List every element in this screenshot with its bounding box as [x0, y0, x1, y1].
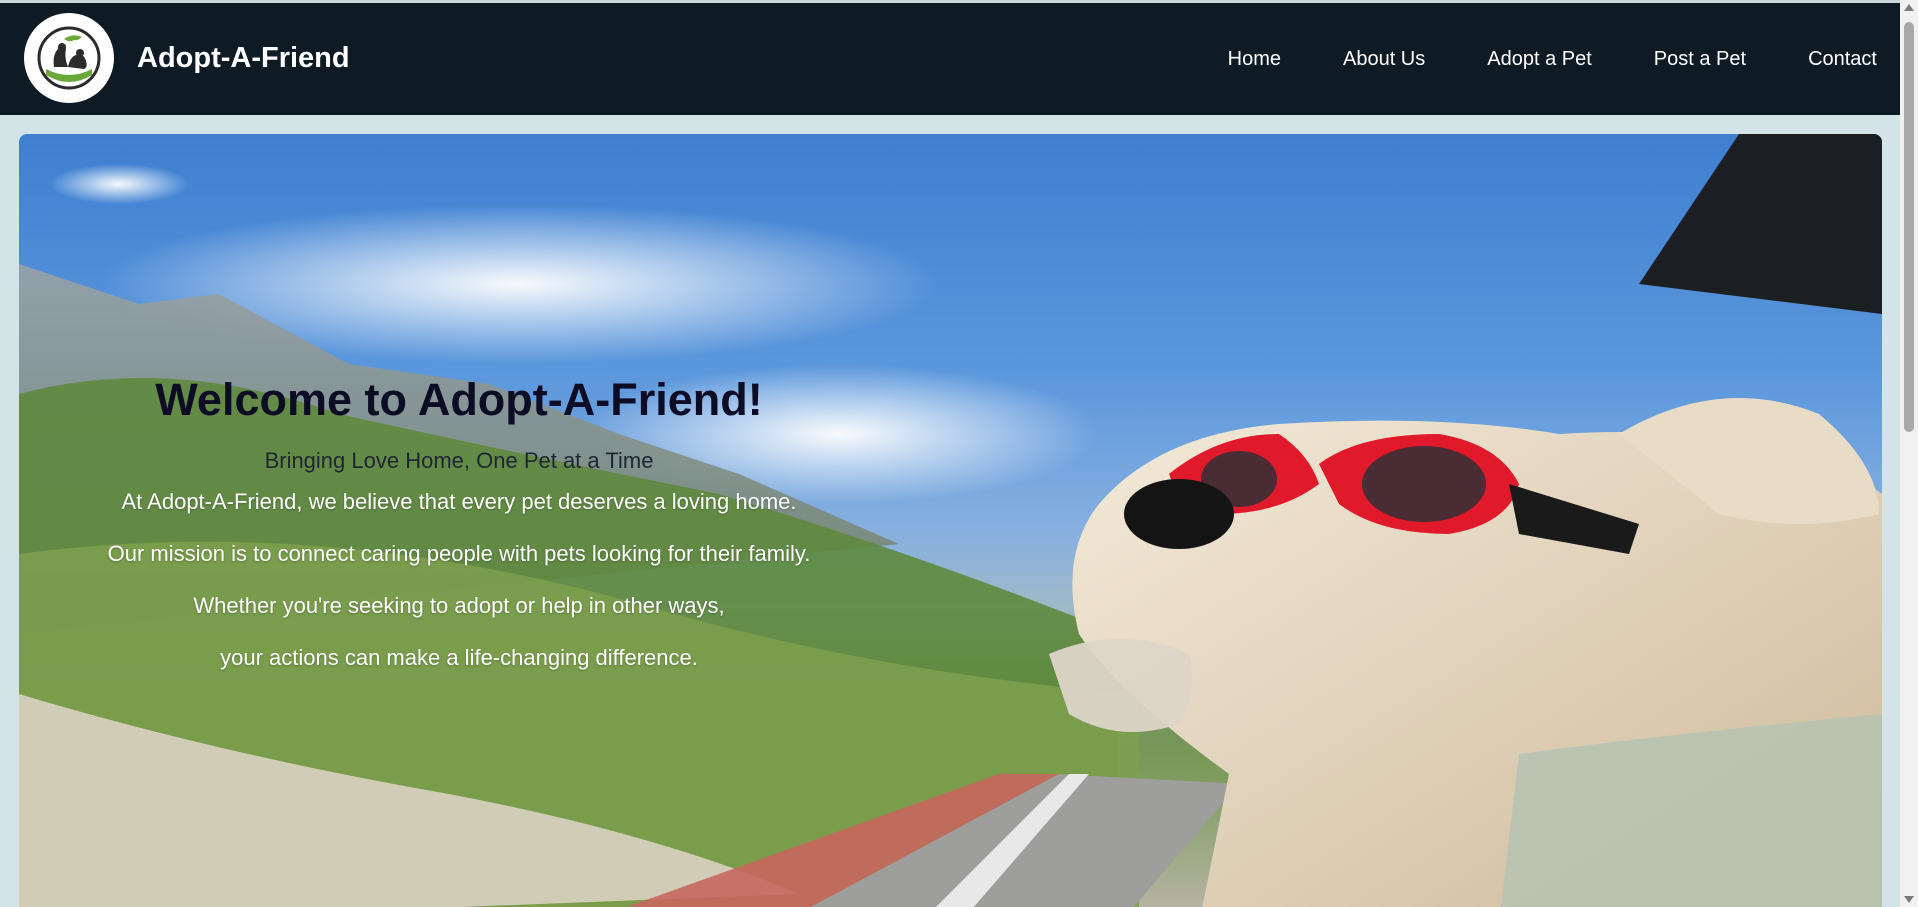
- hero-line: At Adopt-A-Friend, we believe that every…: [121, 489, 797, 514]
- hero-section: Welcome to Adopt-A-Friend! Bringing Love…: [19, 134, 1882, 907]
- hero-text: Welcome to Adopt-A-Friend! Bringing Love…: [59, 374, 859, 698]
- hero-title: Welcome to Adopt-A-Friend!: [155, 374, 763, 425]
- navbar: Adopt-A-Friend Home About Us Adopt a Pet…: [0, 3, 1900, 115]
- nav-home[interactable]: Home: [1228, 48, 1281, 71]
- hero-subtitle: Bringing Love Home, One Pet at a Time: [264, 448, 654, 473]
- scroll-up-icon[interactable]: [1904, 4, 1914, 11]
- scroll-down-icon[interactable]: [1904, 896, 1914, 903]
- hero-line: your actions can make a life-changing di…: [220, 645, 698, 670]
- page: Adopt-A-Friend Home About Us Adopt a Pet…: [0, 0, 1918, 907]
- nav-adopt-a-pet[interactable]: Adopt a Pet: [1487, 48, 1592, 71]
- nav-about-us[interactable]: About Us: [1343, 48, 1425, 71]
- hero-line: Our mission is to connect caring people …: [107, 541, 811, 566]
- scroll-thumb[interactable]: [1904, 22, 1914, 432]
- nav-post-a-pet[interactable]: Post a Pet: [1654, 48, 1746, 71]
- vertical-scrollbar[interactable]: [1900, 0, 1918, 907]
- nav-contact[interactable]: Contact: [1808, 48, 1877, 71]
- main-nav: Home About Us Adopt a Pet Post a Pet Con…: [1166, 48, 1877, 71]
- pet-logo-icon[interactable]: [24, 13, 114, 103]
- brand-title[interactable]: Adopt-A-Friend: [137, 42, 350, 75]
- hero-line: Whether you're seeking to adopt or help …: [193, 593, 725, 618]
